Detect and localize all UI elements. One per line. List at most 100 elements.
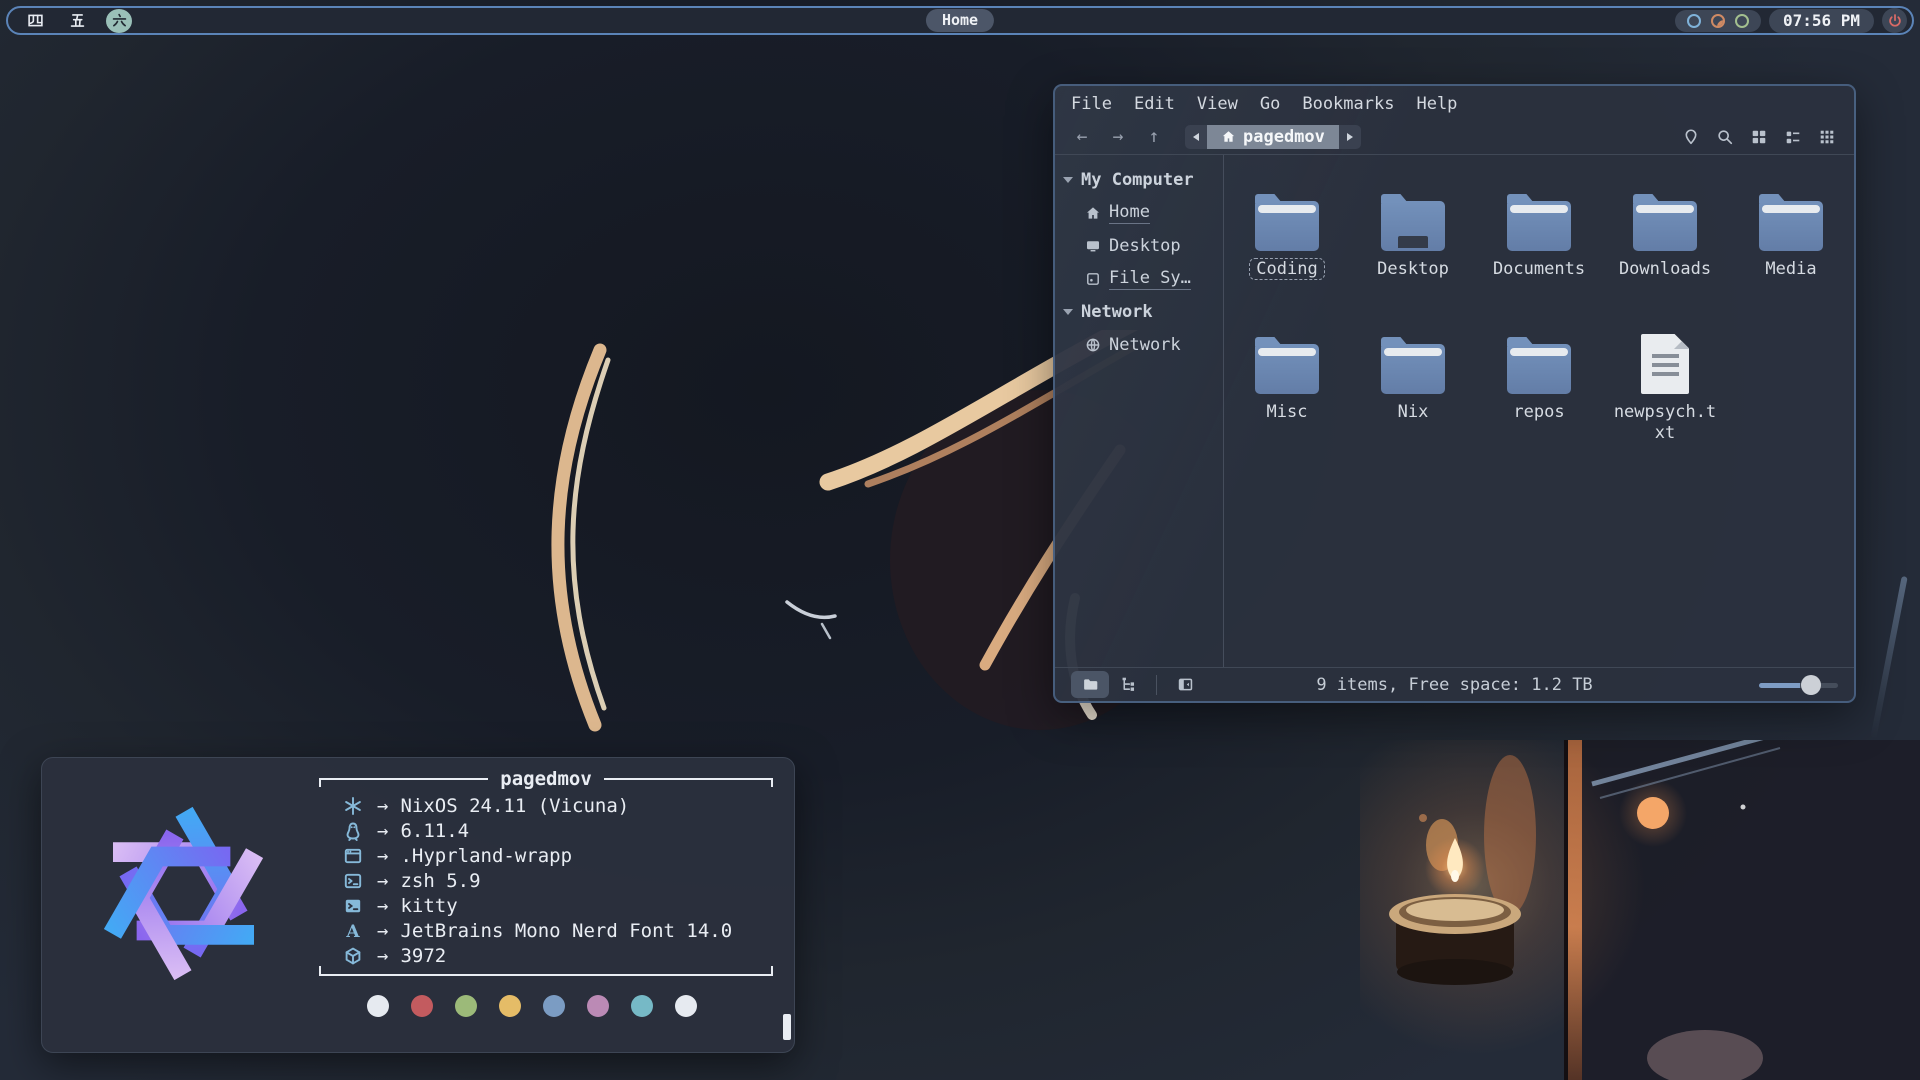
wallpaper-candle-art (1360, 740, 1920, 1080)
kanji-six-icon (111, 12, 128, 29)
system-tray (1675, 10, 1761, 32)
menu-bookmarks[interactable]: Bookmarks (1291, 94, 1405, 114)
file-item-downloads[interactable]: Downloads (1602, 187, 1728, 280)
tray-green-circle-icon[interactable] (1735, 14, 1749, 28)
fetch-line-shell: → zsh 5.9 (343, 868, 773, 893)
side-panel-toggle-button[interactable] (1166, 671, 1204, 698)
fetch-line-terminal: → kitty (343, 893, 773, 918)
fetch-line-os: → NixOS 24.11 (Vicuna) (343, 793, 773, 818)
folder-icon (1381, 344, 1445, 394)
path-scroll-right-button[interactable] (1339, 125, 1361, 149)
kitty-terminal-icon (343, 896, 363, 916)
power-button[interactable] (1882, 8, 1907, 33)
arrow-glyph: → (377, 845, 388, 867)
filesystem-disk-icon (1085, 271, 1101, 287)
fastfetch-output: pagedmov → NixOS 24.11 (Vicuna) → 6.11.4… (319, 772, 773, 976)
menu-file[interactable]: File (1060, 94, 1123, 114)
svg-text:A: A (345, 922, 360, 941)
sidebar-item-network[interactable]: Network (1055, 328, 1223, 361)
sidebar-item-home[interactable]: Home (1055, 196, 1223, 229)
slider-thumb[interactable] (1801, 675, 1821, 695)
up-button[interactable]: ↑ (1143, 126, 1165, 147)
text-file-icon (1641, 334, 1689, 394)
toolbar-view-icons (1682, 128, 1836, 146)
terminal-cursor (783, 1014, 791, 1040)
file-manager-window: File Edit View Go Bookmarks Help ← → ↑ p… (1053, 84, 1856, 703)
clock: 07:56 PM (1769, 9, 1874, 33)
path-label: pagedmov (1243, 127, 1325, 147)
file-item-repos[interactable]: repos (1476, 330, 1602, 444)
toolbar: ← → ↑ pagedmov (1055, 121, 1854, 154)
terminal-window[interactable]: pagedmov → NixOS 24.11 (Vicuna) → 6.11.4… (41, 757, 795, 1053)
sidebar-section-my-computer[interactable]: My Computer (1055, 163, 1223, 196)
focused-window-title: Home (926, 9, 994, 32)
file-item-media[interactable]: Media (1728, 187, 1854, 280)
file-item-coding[interactable]: Coding (1224, 187, 1350, 280)
folder-icon (1082, 676, 1099, 693)
arrow-glyph: → (377, 820, 388, 842)
file-item-newpsych-txt[interactable]: newpsych.txt (1602, 330, 1728, 444)
palette-dot (631, 995, 653, 1017)
tray-blue-circle-icon[interactable] (1687, 14, 1701, 28)
tree-view-button[interactable] (1109, 671, 1147, 698)
forward-button[interactable]: → (1107, 126, 1129, 147)
chevron-right-icon (1347, 133, 1353, 141)
side-panel-icon (1177, 676, 1194, 693)
file-item-documents[interactable]: Documents (1476, 187, 1602, 280)
icon-view-icon[interactable] (1750, 128, 1768, 146)
divider (1156, 675, 1157, 695)
section-label: Network (1081, 302, 1153, 322)
desktop-icon (1085, 238, 1101, 254)
font-icon: A (343, 921, 363, 941)
expander-arrow-icon (1063, 177, 1073, 188)
file-item-nix[interactable]: Nix (1350, 330, 1476, 444)
compact-view-icon[interactable] (1818, 128, 1836, 146)
menu-help[interactable]: Help (1405, 94, 1468, 114)
palette-dot (411, 995, 433, 1017)
path-scroll-left-button[interactable] (1185, 125, 1207, 149)
arrow-glyph: → (377, 920, 388, 942)
nixos-snowflake-logo (66, 776, 301, 1011)
folder-icon (1507, 201, 1571, 251)
folder-view-button[interactable] (1071, 671, 1109, 698)
fetch-frame-bottom (319, 974, 773, 976)
menu-view[interactable]: View (1186, 94, 1249, 114)
menu-edit[interactable]: Edit (1123, 94, 1186, 114)
tray-record-circle-icon[interactable] (1711, 14, 1725, 28)
sidebar-item-filesystem[interactable]: File Sy… (1055, 262, 1223, 295)
workspace-4-button[interactable] (22, 9, 48, 32)
sidebar-section-network[interactable]: Network (1055, 295, 1223, 328)
menu-go[interactable]: Go (1249, 94, 1291, 114)
search-icon[interactable] (1716, 128, 1734, 146)
fetch-line-packages: → 3972 (343, 943, 773, 968)
location-pin-icon[interactable] (1682, 128, 1700, 146)
menu-bar: File Edit View Go Bookmarks Help (1055, 86, 1854, 121)
folder-icon (1507, 344, 1571, 394)
palette-dot (367, 995, 389, 1017)
wallpaper-portrait-art (520, 330, 1140, 760)
power-icon (1887, 13, 1903, 29)
palette-dot (675, 995, 697, 1017)
sidebar-item-desktop[interactable]: Desktop (1055, 229, 1223, 262)
back-button[interactable]: ← (1071, 126, 1093, 147)
folder-icon (1255, 344, 1319, 394)
current-path-button[interactable]: pagedmov (1207, 125, 1339, 149)
file-item-desktop[interactable]: Desktop (1350, 187, 1476, 280)
workspace-switcher (22, 9, 132, 33)
tree-icon (1120, 676, 1137, 693)
zoom-slider[interactable] (1759, 675, 1838, 695)
wallpaper-light-streak (1870, 576, 1907, 739)
path-bar: pagedmov (1185, 125, 1361, 149)
workspace-6-button-active[interactable] (106, 9, 132, 33)
workspace-5-button[interactable] (64, 9, 90, 32)
arrow-glyph: → (377, 870, 388, 892)
top-status-bar: Home 07:56 PM (6, 6, 1914, 35)
status-summary: 9 items, Free space: 1.2 TB (1316, 675, 1592, 695)
hostname-title: pagedmov (500, 768, 592, 790)
list-view-icon[interactable] (1784, 128, 1802, 146)
file-grid-area[interactable]: Coding Desktop Documents Downloads Media (1224, 155, 1854, 667)
terminal-color-palette (367, 995, 697, 1017)
bar-right-group: 07:56 PM (1675, 8, 1907, 33)
slider-track (1759, 683, 1838, 688)
file-item-misc[interactable]: Misc (1224, 330, 1350, 444)
